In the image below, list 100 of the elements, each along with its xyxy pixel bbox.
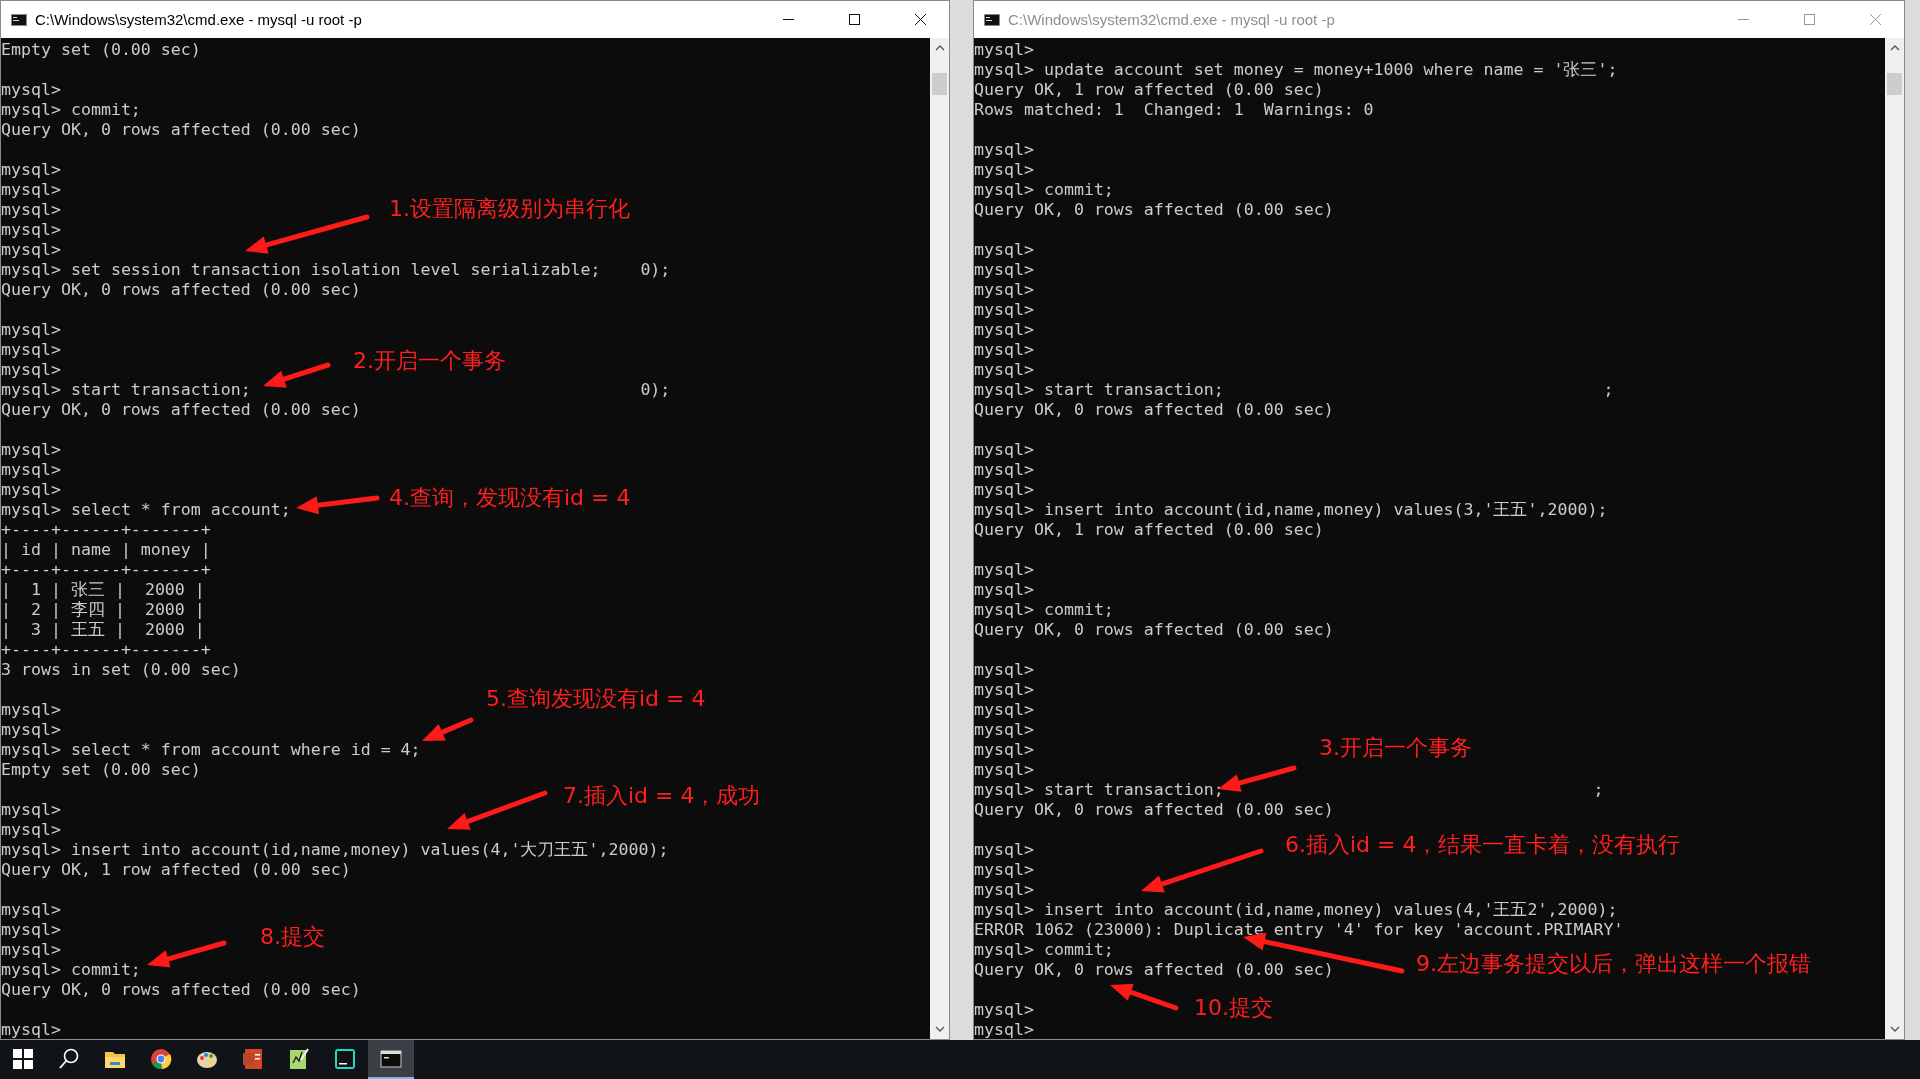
windows-logo-icon: [12, 1047, 34, 1070]
annotation-text: 3.开启一个事务: [1319, 734, 1472, 762]
terminal-line: mysql>: [974, 560, 1034, 580]
terminal-line: mysql>: [1, 160, 61, 180]
terminal-line: mysql>: [1, 320, 61, 340]
maximize-icon: [1803, 14, 1815, 25]
terminal-line: mysql>: [1, 480, 61, 500]
notepad-icon: [288, 1047, 310, 1070]
terminal-line: Rows matched: 1 Changed: 1 Warnings: 0: [974, 100, 1374, 120]
terminal-line: mysql>: [974, 360, 1034, 380]
terminal-line: mysql> update account set money = money+1000 where name = '张三';: [974, 60, 1618, 80]
terminal-line: +----+------+-------+: [1, 520, 211, 540]
terminal-line: mysql>: [974, 440, 1034, 460]
slides-icon: [242, 1047, 264, 1070]
scrollbar-thumb[interactable]: [1887, 73, 1902, 95]
terminal-line: Query OK, 0 rows affected (0.00 sec): [974, 400, 1334, 420]
terminal-line: | id | name | money |: [1, 540, 211, 560]
annotation-text: 2.开启一个事务: [353, 347, 506, 375]
terminal-line: Query OK, 0 rows affected (0.00 sec): [974, 960, 1334, 980]
terminal-line: mysql>: [974, 160, 1034, 180]
terminal-line: Query OK, 0 rows affected (0.00 sec): [974, 620, 1334, 640]
terminal-line: mysql>: [974, 480, 1034, 500]
terminal-line: mysql>: [1, 180, 61, 200]
close-icon: [1869, 14, 1881, 25]
terminal-line: mysql> commit;: [1, 100, 141, 120]
annotation-text: 5.查询发现没有id = 4: [486, 685, 706, 713]
terminal-line: mysql> commit;: [974, 600, 1114, 620]
terminal-line: mysql>: [1, 720, 61, 740]
terminal-line: mysql>: [974, 260, 1034, 280]
terminal-line: mysql>: [1, 800, 61, 820]
terminal-line: mysql> select * from account where id = 4;: [1, 740, 421, 760]
round-logo-icon: [150, 1047, 172, 1070]
annotation-text: 10.提交: [1194, 994, 1273, 1022]
terminal-line: mysql>: [1, 900, 61, 920]
terminal-line: mysql> start transaction; ;: [974, 780, 1604, 800]
terminal-line: mysql>: [974, 700, 1034, 720]
scroll-down-icon: [1889, 1026, 1900, 1032]
terminal-line: mysql>: [974, 280, 1034, 300]
taskbar-button[interactable]: [368, 1040, 414, 1079]
terminal-line: mysql>: [974, 300, 1034, 320]
terminal-line: ERROR 1062 (23000): Duplicate entry '4' for key 'account.PRIMARY': [974, 920, 1624, 940]
terminal-line: mysql> commit;: [974, 940, 1114, 960]
terminal-line: mysql>: [974, 760, 1034, 780]
terminal-line: mysql> commit;: [1, 960, 141, 980]
terminal-line: Query OK, 1 row affected (0.00 sec): [974, 520, 1324, 540]
terminal-line: +----+------+-------+: [1, 640, 211, 660]
scroll-up-icon: [934, 45, 945, 51]
terminal-line: mysql>: [974, 1020, 1034, 1039]
terminal-icon: [11, 13, 27, 26]
annotation-text: 9.左边事务提交以后，弹出这样一个报错: [1416, 950, 1811, 978]
scroll-down-icon: [934, 1026, 945, 1032]
terminal-line: mysql> insert into account(id,name,money) values(3,'王五',2000);: [974, 500, 1608, 520]
terminal-line: mysql>: [974, 880, 1034, 900]
terminal-line: mysql>: [1, 460, 61, 480]
terminal-line: mysql>: [1, 700, 61, 720]
terminal-line: Query OK, 0 rows affected (0.00 sec): [1, 280, 361, 300]
terminal-line: mysql>: [1, 940, 61, 960]
annotation-text: 4.查询，发现没有id = 4: [389, 484, 631, 512]
terminal-line: Query OK, 0 rows affected (0.00 sec): [1, 980, 361, 1000]
terminal-line: Query OK, 0 rows affected (0.00 sec): [974, 800, 1334, 820]
scrollbar-thumb[interactable]: [932, 73, 947, 95]
terminal-line: mysql> set session transaction isolation level serializable; 0);: [1, 260, 671, 280]
terminal-line: Query OK, 0 rows affected (0.00 sec): [1, 120, 361, 140]
terminal-line: mysql>: [1, 360, 61, 380]
scrollbar[interactable]: [1885, 38, 1904, 1039]
terminal-line: mysql>: [974, 860, 1034, 880]
database-app-icon: [334, 1047, 356, 1070]
terminal-line: mysql>: [1, 200, 61, 220]
terminal-line: mysql>: [974, 140, 1034, 160]
terminal-line: mysql>: [1, 820, 61, 840]
terminal-line: mysql>: [974, 740, 1034, 760]
terminal-line: mysql>: [974, 240, 1034, 260]
scroll-up-icon: [1889, 45, 1900, 51]
terminal-line: | 2 | 李四 | 2000 |: [1, 600, 205, 620]
terminal-line: mysql> insert into account(id,name,money) values(4,'王五2',2000);: [974, 900, 1618, 920]
terminal-line: Empty set (0.00 sec): [1, 40, 201, 60]
annotation-text: 1.设置隔离级别为串行化: [389, 195, 630, 223]
terminal-line: mysql>: [1, 340, 61, 360]
terminal-line: Query OK, 1 row affected (0.00 sec): [974, 80, 1324, 100]
terminal-line: | 3 | 王五 | 2000 |: [1, 620, 205, 640]
search-icon: [58, 1047, 80, 1070]
terminal-line: Empty set (0.00 sec): [1, 760, 201, 780]
annotation-arrow: [1110, 983, 1179, 1011]
annotation-text: 6.插入id = 4，结果一直卡着，没有执行: [1285, 831, 1681, 859]
terminal-icon: [984, 13, 1000, 26]
terminal-line: mysql>: [974, 680, 1034, 700]
terminal-line: mysql>: [1, 440, 61, 460]
terminal-line: mysql>: [1, 220, 61, 240]
terminal-line: 3 rows in set (0.00 sec): [1, 660, 241, 680]
annotation-text: 7.插入id = 4，成功: [563, 782, 761, 810]
terminal-line: mysql> start transaction; 0);: [1, 380, 671, 400]
terminal-line: mysql>: [1, 80, 61, 100]
terminal-line: mysql>: [974, 40, 1034, 60]
terminal-line: Query OK, 1 row affected (0.00 sec): [1, 860, 351, 880]
scrollbar[interactable]: [930, 38, 949, 1039]
terminal-line: +----+------+-------+: [1, 560, 211, 580]
terminal-line: mysql>: [974, 460, 1034, 480]
terminal-line: mysql> start transaction; ;: [974, 380, 1614, 400]
terminal-line: Query OK, 0 rows affected (0.00 sec): [1, 400, 361, 420]
terminal-line: mysql>: [974, 1000, 1034, 1020]
